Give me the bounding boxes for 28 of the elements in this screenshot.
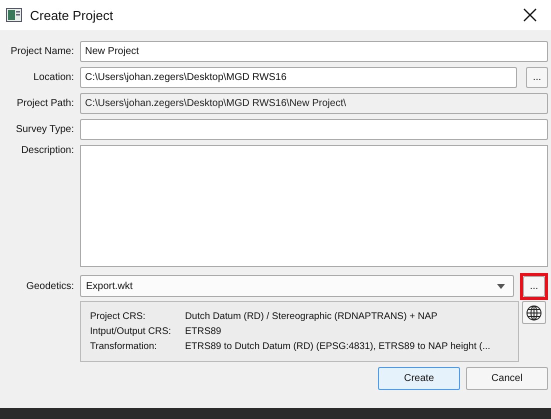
browse-button[interactable]: ... <box>523 276 545 296</box>
field-label: Survey Type: <box>14 124 74 135</box>
info-label: Intput/Output CRS: <box>90 326 172 337</box>
close-icon[interactable] <box>523 8 537 22</box>
field-label: Description: <box>20 145 74 156</box>
globe-icon <box>526 304 542 320</box>
field-label: Location: <box>32 72 74 83</box>
dropdown-arrow-icon <box>497 284 505 288</box>
description-field[interactable] <box>80 145 548 267</box>
globe-button[interactable] <box>522 301 546 324</box>
input-field[interactable] <box>80 119 548 140</box>
input-field[interactable]: C:\Users\johan.zegers\Desktop\MGD RWS16\New Project\ <box>80 93 548 114</box>
dialog-button[interactable]: Create <box>378 367 460 390</box>
input-field[interactable]: New Project <box>80 41 548 62</box>
field-label: Project Path: <box>16 98 74 109</box>
info-label: Transformation: <box>90 341 158 352</box>
info-label: Project CRS: <box>90 311 146 322</box>
window-title: Create Project <box>30 8 114 22</box>
info-value: ETRS89 to Dutch Datum (RD) (EPSG:4831), ETRS89 to NAP height (... <box>185 341 492 352</box>
app-icon <box>6 8 22 22</box>
info-value: Dutch Datum (RD) / Stereographic (RDNAPTRANS) + NAP <box>185 311 438 322</box>
dialog-button[interactable]: Cancel <box>466 367 548 390</box>
geodetics-dropdown[interactable]: Export.wkt <box>80 275 514 297</box>
input-field[interactable]: C:\Users\johan.zegers\Desktop\MGD RWS16 <box>80 67 517 88</box>
field-label: Project Name: <box>10 46 74 57</box>
field-label: Geodetics: <box>25 280 74 292</box>
browse-button[interactable]: ... <box>526 67 548 88</box>
info-value: ETRS89 <box>185 326 222 337</box>
